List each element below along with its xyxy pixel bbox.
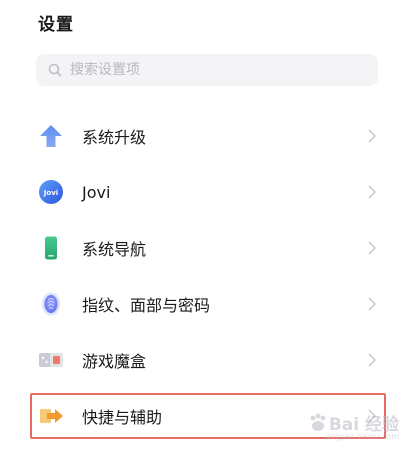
settings-item-system-update[interactable]: 系统升级 [0,108,413,164]
chevron-right-icon [367,240,377,256]
settings-item-label: Jovi [82,182,111,202]
shortcut-arrow-icon [38,403,64,429]
settings-item-system-navigation[interactable]: 系统导航 [0,220,413,276]
chevron-right-icon [367,128,377,144]
arrow-up-icon [38,123,64,149]
settings-item-jovi[interactable]: Jovi Jovi [0,164,413,220]
chevron-right-icon [367,352,377,368]
settings-item-game-box[interactable]: 游戏魔盒 [0,332,413,388]
settings-screen: 设置 系统升级 [0,0,413,453]
settings-item-label: 指纹、面部与密码 [82,296,211,315]
settings-item-label: 系统升级 [82,128,147,147]
watermark-url: jingyan.baidu.com [325,432,399,441]
jovi-icon: Jovi [38,179,64,205]
settings-item-label: 系统导航 [82,240,147,259]
svg-text:Jovi: Jovi [43,189,58,197]
search-bar[interactable] [36,54,378,86]
settings-item-label: 快捷与辅助 [82,408,163,427]
settings-list: 系统升级 Jovi Jovi 系统导航 指纹、面部与密码 游戏魔盒 快捷与辅助 [0,108,413,444]
phone-icon [38,235,64,261]
search-icon [48,63,62,77]
fingerprint-icon [38,291,64,317]
game-box-icon [38,347,64,373]
chevron-right-icon [367,296,377,312]
settings-item-label: 游戏魔盒 [82,352,147,371]
watermark: Bai 经验 jingyan.baidu.com [307,410,399,441]
settings-item-fingerprint-face-password[interactable]: 指纹、面部与密码 [0,276,413,332]
paw-logo-icon [310,413,326,431]
page-title: 设置 [38,15,74,35]
chevron-right-icon [367,184,377,200]
search-input[interactable] [68,61,352,79]
